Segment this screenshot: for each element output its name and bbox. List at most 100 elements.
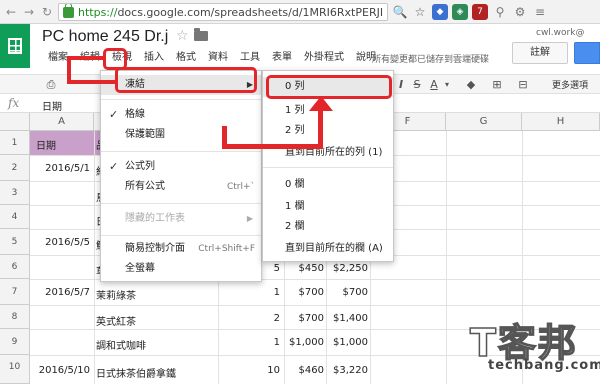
row-header-4[interactable]: 4: [0, 205, 30, 229]
column-header-h[interactable]: H: [522, 113, 600, 131]
menu-item-all-formulas[interactable]: 所有公式 Ctrl+`: [101, 177, 261, 197]
cell-e7[interactable]: $700: [326, 287, 368, 298]
forward-icon[interactable]: →: [22, 5, 36, 19]
save-status: 所有變更都已儲存到雲端硬碟: [372, 55, 490, 65]
cell-d9[interactable]: $1,000: [284, 337, 324, 348]
column-header-g[interactable]: G: [446, 113, 522, 131]
checkmark-icon: ✓: [109, 160, 119, 173]
row-header-8[interactable]: 8: [0, 305, 30, 329]
cell-c8[interactable]: 2: [218, 313, 280, 324]
cell-a10[interactable]: 2016/5/10: [30, 365, 90, 376]
menu-insert[interactable]: 插入: [138, 51, 170, 65]
fx-icon: fx: [8, 96, 20, 110]
italic-icon[interactable]: I: [396, 78, 406, 92]
menu-item-formula-bar[interactable]: ✓ 公式列: [101, 157, 261, 177]
menu-item-hidden-sheets-label: 隱藏的工作表: [125, 213, 185, 224]
comments-button[interactable]: 註解: [512, 42, 568, 64]
share-button[interactable]: [574, 42, 600, 64]
row-header-3[interactable]: 3: [0, 181, 30, 205]
highlight-freeze-item: [115, 67, 257, 93]
cell-b9[interactable]: 調和式咖啡: [96, 337, 146, 352]
cell-a1[interactable]: 日期: [36, 137, 56, 152]
row-header-5[interactable]: 5: [0, 229, 30, 255]
menu-item-compact-controls[interactable]: 簡易控制介面 Ctrl+Shift+F: [101, 239, 261, 259]
freeze-1-column[interactable]: 1 欄: [263, 197, 393, 217]
menu-separator: [101, 99, 261, 100]
cell-c10[interactable]: 10: [218, 365, 280, 376]
submenu-arrow-icon: ▶: [246, 214, 253, 223]
cell-e8[interactable]: $1,400: [326, 313, 368, 324]
row-header-7[interactable]: 7: [0, 279, 30, 305]
menu-form[interactable]: 表單: [266, 51, 298, 65]
cell-d7[interactable]: $700: [284, 287, 324, 298]
zoom-icon[interactable]: 🔍: [392, 4, 408, 20]
cell-d10[interactable]: $460: [284, 365, 324, 376]
evernote-icon[interactable]: ◈: [452, 4, 468, 20]
freeze-2-columns[interactable]: 2 欄: [263, 217, 393, 237]
freeze-2-rows[interactable]: 2 列: [263, 121, 393, 141]
menu-item-gridlines[interactable]: ✓ 格線: [101, 105, 261, 125]
fill-color-icon[interactable]: ◆: [464, 78, 478, 92]
back-icon[interactable]: ←: [4, 5, 18, 19]
cell-c7[interactable]: 1: [218, 287, 280, 298]
browser-toolbar: ← → ↻ https://docs.google.com/spreadshee…: [0, 0, 600, 24]
freeze-up-to-current-column[interactable]: 直到目前所在的欄 (A): [263, 239, 393, 259]
menu-item-protected-ranges[interactable]: 保護範圍: [101, 125, 261, 145]
more-options-button[interactable]: 更多選項: [552, 78, 588, 91]
row-header-9[interactable]: 9: [0, 329, 30, 355]
cell-a2[interactable]: 2016/5/1: [30, 163, 90, 174]
document-title[interactable]: PC home 245 Dr.j: [42, 28, 168, 46]
menu-item-formula-bar-label: 公式列: [125, 161, 155, 172]
sheets-logo-icon[interactable]: [0, 24, 30, 68]
strikethrough-icon[interactable]: S: [412, 78, 422, 92]
folder-icon[interactable]: [194, 28, 208, 41]
settings-icon[interactable]: ⚙: [512, 4, 528, 20]
star-icon[interactable]: ☆: [176, 28, 189, 44]
cell-b7[interactable]: 茉莉綠茶: [96, 287, 136, 302]
menu-addons[interactable]: 外掛程式: [298, 51, 350, 65]
pin-icon[interactable]: ⚲: [492, 4, 508, 20]
text-color-dropdown-icon[interactable]: ▾: [442, 78, 452, 92]
url-path: docs.google.com/spreadsheets/d/1MRI6RxtP…: [117, 5, 384, 19]
account-email[interactable]: cwl.work@: [536, 28, 584, 38]
cell-e10[interactable]: $3,220: [326, 365, 368, 376]
menu-icon[interactable]: ≡: [532, 4, 548, 20]
lock-icon: [63, 4, 74, 18]
cell-a7[interactable]: 2016/5/7: [30, 287, 90, 298]
menu-format[interactable]: 格式: [170, 51, 202, 65]
corner-cell[interactable]: [0, 113, 30, 131]
badge-extension-icon[interactable]: 7: [472, 4, 488, 20]
print-icon[interactable]: ⎙: [44, 78, 58, 92]
text-color-icon[interactable]: A: [428, 78, 440, 92]
row-header-1[interactable]: 1: [0, 131, 30, 155]
extension-icon[interactable]: ◆: [432, 4, 448, 20]
app-header: PC home 245 Dr.j ☆ 檔案 編輯 檢視 插入 格式 資料 工具 …: [0, 24, 600, 74]
url-scheme: https://: [78, 5, 118, 19]
merge-cells-icon[interactable]: ⊟: [516, 78, 530, 92]
cell-d6[interactable]: $450: [284, 263, 324, 274]
cell-e6[interactable]: $2,250: [326, 263, 368, 274]
menu-separator: [101, 203, 261, 204]
reload-icon[interactable]: ↻: [40, 5, 54, 19]
grid-line: [30, 305, 600, 306]
bookmark-star-icon[interactable]: ☆: [412, 4, 428, 20]
borders-icon[interactable]: ⊞: [490, 78, 504, 92]
menu-tools[interactable]: 工具: [234, 51, 266, 65]
menu-data[interactable]: 資料: [202, 51, 234, 65]
cell-b8[interactable]: 英式紅茶: [96, 313, 136, 328]
column-header-a[interactable]: A: [30, 113, 94, 131]
row-header-10[interactable]: 10: [0, 355, 30, 384]
formula-value[interactable]: 日期: [42, 98, 62, 113]
annotation-arrow: [222, 126, 227, 148]
cell-a5[interactable]: 2016/5/5: [30, 237, 90, 248]
menu-item-full-screen[interactable]: 全螢幕: [101, 259, 261, 279]
row-header-6[interactable]: 6: [0, 255, 30, 279]
grid-line: [94, 131, 95, 384]
cell-c9[interactable]: 1: [218, 337, 280, 348]
freeze-0-columns[interactable]: 0 欄: [263, 175, 393, 195]
cell-b10[interactable]: 日式抹茶伯爵拿鐵: [96, 365, 216, 380]
row-header-2[interactable]: 2: [0, 155, 30, 181]
cell-d8[interactable]: $700: [284, 313, 324, 324]
cell-e9[interactable]: $1,000: [326, 337, 368, 348]
address-bar[interactable]: https://docs.google.com/spreadsheets/d/1…: [58, 3, 388, 21]
